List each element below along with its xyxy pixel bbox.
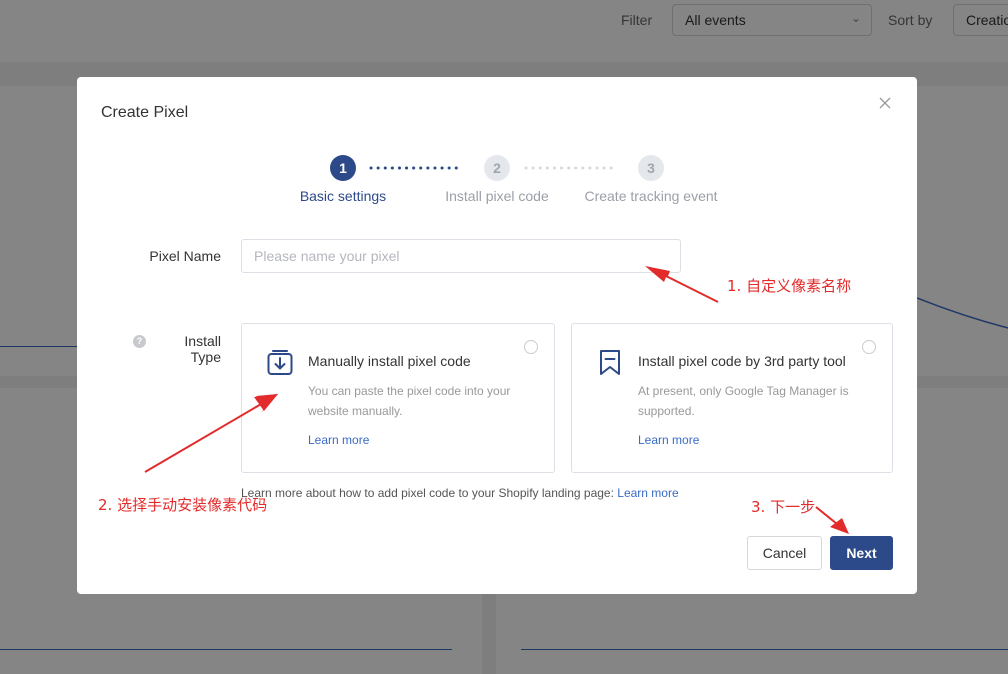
annotation-step-1: 1. 自定义像素名称 <box>727 277 852 295</box>
step-1-label: Basic settings <box>299 188 387 204</box>
step-1-indicator: 1 <box>330 155 356 181</box>
step-2-indicator: 2 <box>484 155 510 181</box>
pixel-name-input[interactable] <box>241 239 681 273</box>
bookmark-icon <box>600 350 620 375</box>
stepper: 1 2 3 Basic settings Install pixel code … <box>77 155 917 215</box>
shopify-help-text: Learn more about how to add pixel code t… <box>241 486 679 500</box>
option-manual-install[interactable]: Manually install pixel code You can past… <box>241 323 555 473</box>
annotation-step-2: 2. 选择手动安装像素代码 <box>98 496 268 514</box>
step-3-label: Create tracking event <box>584 188 718 204</box>
install-type-label: Install Type <box>184 333 221 365</box>
dialog-title: Create Pixel <box>101 104 189 121</box>
manual-install-radio[interactable] <box>524 340 538 354</box>
learn-more-link[interactable]: Learn more <box>308 433 369 447</box>
step-3-indicator: 3 <box>638 155 664 181</box>
option-description: At present, only Google Tag Manager is s… <box>638 384 849 418</box>
close-icon[interactable] <box>877 95 893 111</box>
shopify-help-label: Learn more about how to add pixel code t… <box>241 486 618 500</box>
learn-more-link[interactable]: Learn more <box>638 433 699 447</box>
download-box-icon <box>267 350 293 375</box>
option-third-party-install[interactable]: Install pixel code by 3rd party tool At … <box>571 323 893 473</box>
pixel-name-label: Pixel Name <box>149 248 221 264</box>
next-button[interactable]: Next <box>830 536 893 570</box>
option-title: Manually install pixel code <box>308 353 471 369</box>
option-description: You can paste the pixel code into your w… <box>308 384 511 418</box>
step-connector <box>524 166 618 170</box>
shopify-learn-more-link[interactable]: Learn more <box>617 486 678 500</box>
cancel-button[interactable]: Cancel <box>747 536 822 570</box>
step-connector <box>369 166 463 170</box>
annotation-step-3: 3. 下一步 <box>751 498 816 516</box>
third-party-install-radio[interactable] <box>862 340 876 354</box>
step-2-label: Install pixel code <box>445 188 549 204</box>
option-title: Install pixel code by 3rd party tool <box>638 353 846 369</box>
help-icon[interactable]: ? <box>133 335 146 348</box>
